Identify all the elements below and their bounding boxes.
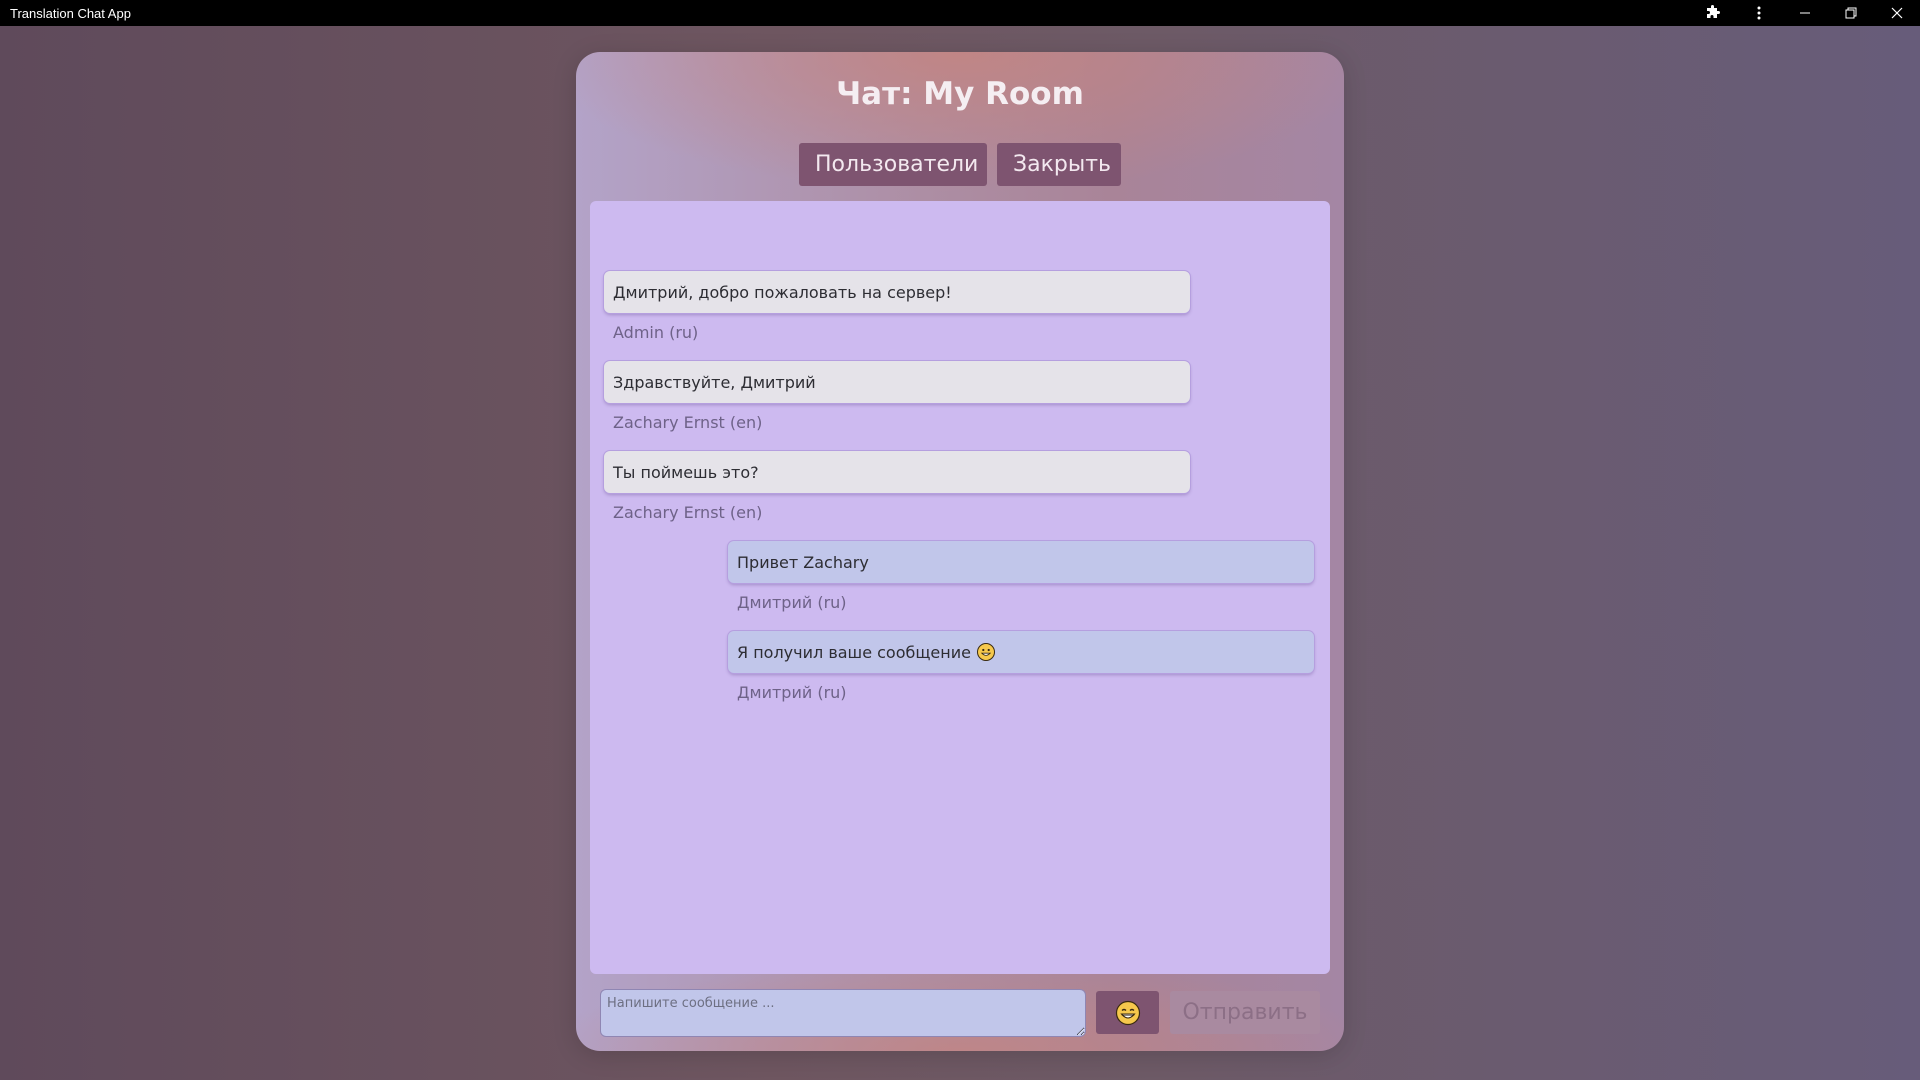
extensions-icon[interactable] [1690,0,1736,26]
header-toolbar: Пользователи Закрыть [576,143,1344,186]
message-bubble: Я получил ваше сообщение [728,631,1314,673]
restore-icon[interactable] [1828,0,1874,26]
message-item: Ты поймешь это? Zachary Ernst (en) [604,451,1190,522]
emoji-button[interactable] [1096,991,1159,1034]
message-author: Admin (ru) [613,323,699,342]
message-input[interactable] [600,989,1086,1037]
page-title: Чат: My Room [836,76,1084,112]
grinning-face-icon [1115,1000,1140,1025]
message-text: Ты поймешь это? [613,462,759,482]
message-item: Привет Zachary Дмитрий (ru) [728,541,1314,612]
message-text: Я получил ваше сообщение [737,642,971,662]
message-bubble: Привет Zachary [728,541,1314,583]
close-chat-button[interactable]: Закрыть [997,143,1121,186]
minimize-icon[interactable] [1782,0,1828,26]
message-item: Дмитрий, добро пожаловать на сервер! Adm… [604,271,1190,342]
chat-card: Чат: My Room Пользователи Закрыть Дмитри… [576,52,1344,1051]
message-text: Здравствуйте, Дмитрий [613,372,816,392]
message-list[interactable]: Дмитрий, добро пожаловать на сервер! Adm… [590,201,1330,974]
more-options-icon[interactable] [1736,0,1782,26]
message-text: Дмитрий, добро пожаловать на сервер! [613,282,952,302]
message-author: Дмитрий (ru) [737,593,847,612]
send-button[interactable]: Отправить [1170,991,1320,1034]
message-bubble: Ты поймешь это? [604,451,1190,493]
message-bubble: Дмитрий, добро пожаловать на сервер! [604,271,1190,313]
window-titlebar: Translation Chat App [0,0,1920,26]
message-author: Zachary Ernst (en) [613,503,763,522]
message-item: Я получил ваше сообщение Дмитрий (ru) [728,631,1314,702]
users-button[interactable]: Пользователи [799,143,987,186]
message-text: Привет Zachary [737,552,869,572]
close-icon[interactable] [1874,0,1920,26]
message-composer: Отправить [600,989,1320,1037]
message-item: Здравствуйте, Дмитрий Zachary Ernst (en) [604,361,1190,432]
grinning-face-icon [976,643,995,661]
message-author: Zachary Ernst (en) [613,413,763,432]
message-author: Дмитрий (ru) [737,683,847,702]
window-title: Translation Chat App [10,5,131,21]
message-bubble: Здравствуйте, Дмитрий [604,361,1190,403]
